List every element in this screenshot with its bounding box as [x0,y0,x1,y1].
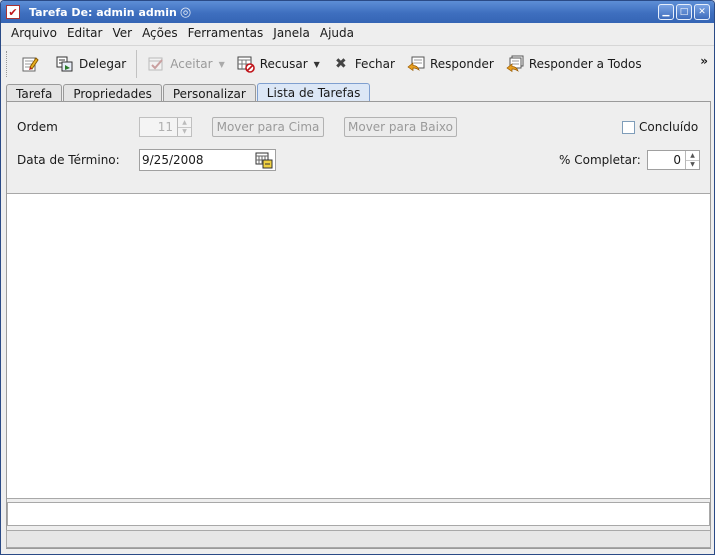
ordem-spinner[interactable]: 11 ▲ ▼ [139,117,192,137]
menu-ferramentas[interactable]: Ferramentas [184,26,268,40]
percent-complete-label: % Completar: [559,153,641,167]
edit-note-button[interactable] [15,50,50,78]
tab-propriedades[interactable]: Propriedades [63,84,162,102]
task-app-icon[interactable]: ✔ [6,5,20,19]
reply-all-icon [506,55,524,73]
decline-label: Recusar [259,57,308,71]
task-list-panel: Ordem 11 ▲ ▼ Mover para Cima Mover para … [6,101,711,549]
concluido-label: Concluído [639,120,699,134]
decline-icon [237,55,255,73]
toolbar-grip[interactable] [6,51,9,77]
spinner-down-icon[interactable]: ▼ [686,159,699,170]
menu-ajuda[interactable]: Ajuda [316,26,358,40]
spinner-up-icon[interactable]: ▲ [178,118,191,127]
delegate-button[interactable]: Delegar [50,50,132,78]
window-title: Tarefa De: admin admin [29,5,177,19]
menu-bar: Arquivo Editar Ver Ações Ferramentas Jan… [1,23,714,43]
toolbar-separator [136,50,138,78]
ordem-label: Ordem [17,120,58,134]
reply-label: Responder [429,57,494,71]
menu-editar[interactable]: Editar [63,26,107,40]
tab-personalizar[interactable]: Personalizar [162,84,256,102]
reply-all-button[interactable]: Responder a Todos [500,50,648,78]
reply-button[interactable]: Responder [401,50,500,78]
reply-all-label: Responder a Todos [528,57,642,71]
delegate-icon [56,55,74,73]
menu-ver[interactable]: Ver [108,26,136,40]
minimize-button[interactable]: ▁ [658,4,674,20]
calendar-picker-icon[interactable] [255,151,273,169]
move-up-button[interactable]: Mover para Cima [212,117,324,137]
move-down-button[interactable]: Mover para Baixo [344,117,457,137]
close-button[interactable]: ✕ [694,4,710,20]
menu-janela[interactable]: Janela [269,26,314,40]
data-termino-label: Data de Término: [17,153,120,167]
accept-icon [147,55,165,73]
toolbar-overflow-chevron-icon[interactable]: » [700,54,708,68]
close-x-icon: ✖ [334,56,347,72]
status-bar [6,530,711,548]
title-bar[interactable]: ✔ Tarefa De: admin admin ◎ ▁ □ ✕ [1,1,714,23]
percent-complete-value: 0 [673,153,681,167]
accept-label: Aceitar [170,57,213,71]
decline-button[interactable]: Recusar ▼ [231,50,326,78]
tab-strip: Tarefa Propriedades Personalizar Lista d… [6,83,371,102]
close-task-button[interactable]: ✖ Fechar [326,50,401,78]
close-task-label: Fechar [354,57,395,71]
data-termino-field[interactable]: 9/25/2008 [139,149,276,171]
toolbar: Delegar Aceitar ▼ Recusar ▼ ✖ Fechar Res… [1,45,714,82]
spinner-up-icon[interactable]: ▲ [686,151,699,160]
accept-button[interactable]: Aceitar ▼ [141,50,230,78]
menu-arquivo[interactable]: Arquivo [7,26,61,40]
maximize-button[interactable]: □ [676,4,692,20]
concluido-checkbox[interactable] [622,120,635,134]
delegate-label: Delegar [79,57,127,71]
spinner-down-icon[interactable]: ▼ [178,126,191,137]
percent-complete-spinner[interactable]: 0 ▲ ▼ [647,150,700,170]
ordem-value: 11 [157,120,173,134]
task-list-area[interactable] [7,193,710,499]
accept-dropdown-arrow-icon[interactable]: ▼ [219,60,225,69]
tab-tarefa[interactable]: Tarefa [6,84,63,102]
tab-lista-de-tarefas[interactable]: Lista de Tarefas [256,83,371,102]
edit-note-icon [21,55,39,73]
concluido-checkbox-wrap[interactable]: Concluído [622,120,698,134]
new-task-input[interactable] [7,502,710,526]
decline-dropdown-arrow-icon[interactable]: ▼ [314,60,320,69]
ordem-spinner-arrows: ▲ ▼ [177,118,191,136]
swirl-icon: ◎ [179,4,192,20]
menu-acoes[interactable]: Ações [138,26,182,40]
task-window: ✔ Tarefa De: admin admin ◎ ▁ □ ✕ Arquivo… [0,0,715,555]
reply-icon [407,55,425,73]
percent-spinner-arrows: ▲ ▼ [685,151,699,169]
data-termino-value: 9/25/2008 [142,153,204,167]
window-controls: ▁ □ ✕ [658,4,710,20]
